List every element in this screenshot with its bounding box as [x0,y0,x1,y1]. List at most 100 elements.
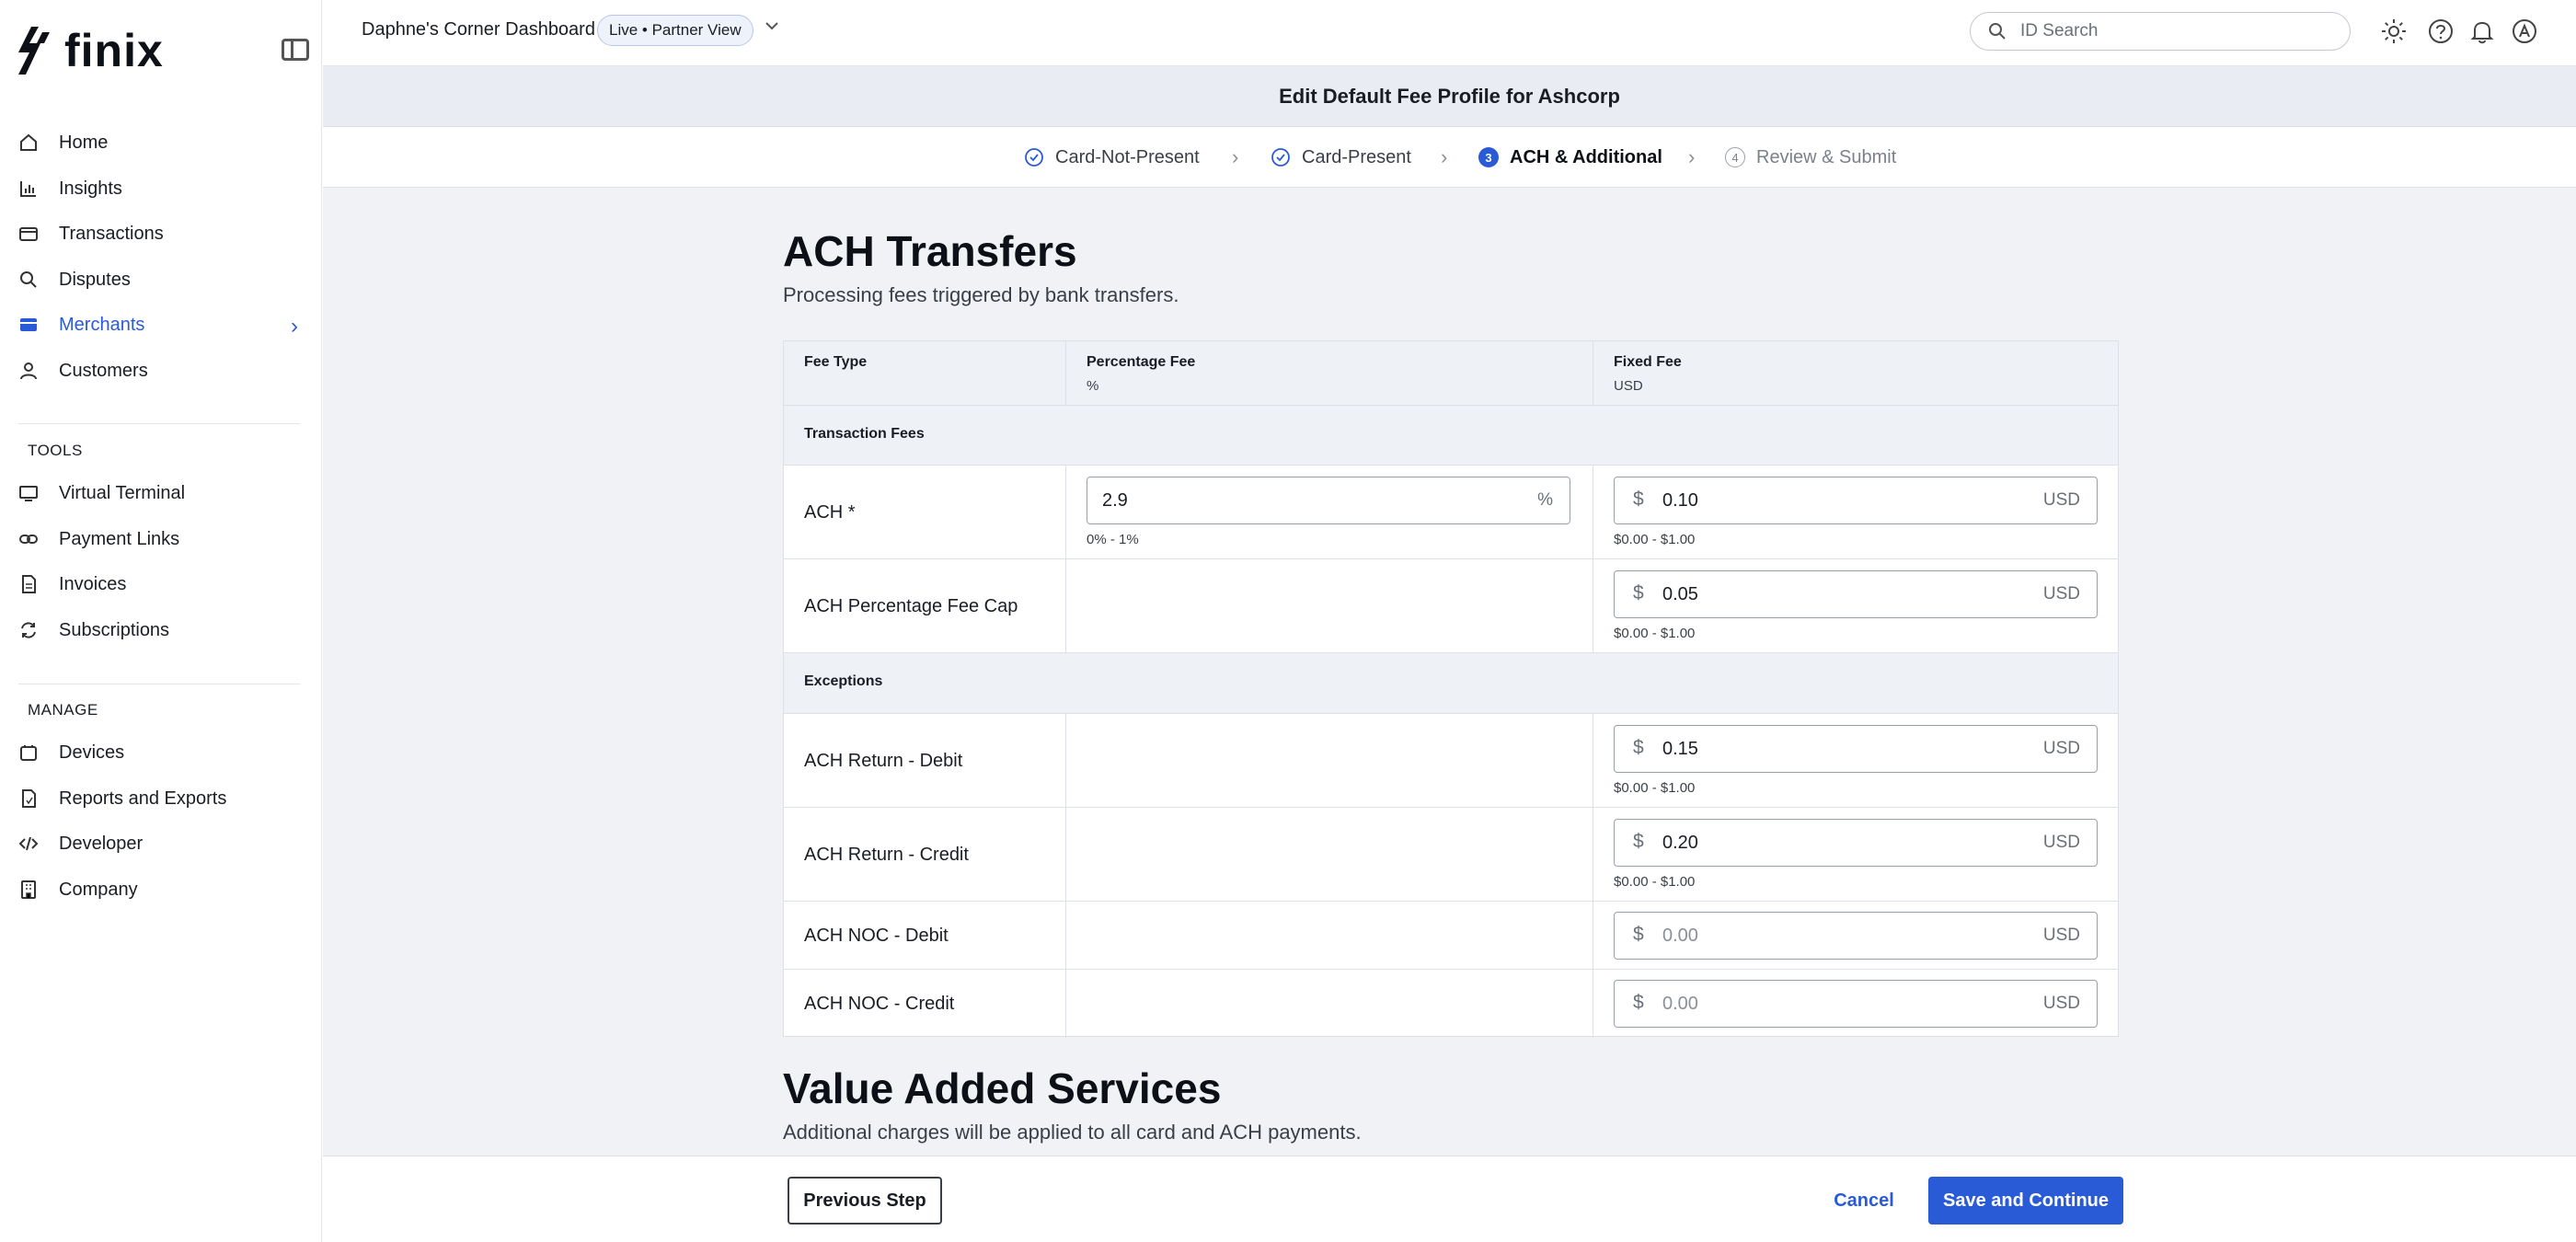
sidebar-item-customers[interactable]: Customers [0,351,322,391]
top-bar: Daphne's Corner Dashboard Live • Partner… [323,0,2576,66]
fee-type-cell: ACH * [784,466,1066,558]
sidebar-item-subscriptions[interactable]: Subscriptions [0,610,322,650]
sidebar-item-label: Insights [59,178,122,199]
terminal-icon [18,483,39,503]
fee-type-label: ACH Return - Debit [804,751,963,771]
save-and-continue-button[interactable]: Save and Continue [1928,1177,2123,1225]
tools-heading: TOOLS [28,442,83,459]
table-row: ACH Return - Credit $ 0.20 USD $0.00 - $… [784,808,2118,902]
input-hint: $0.00 - $1.00 [1614,532,1696,547]
chevron-right-icon: › [1688,145,1696,168]
search-icon [1987,21,2007,46]
help-icon[interactable] [2425,16,2456,47]
sidebar-item-payment-links[interactable]: Payment Links [0,519,322,559]
sidebar-item-merchants[interactable]: Merchants › [0,305,322,345]
chevron-down-icon[interactable] [763,17,781,40]
ach-fixed-fee-input[interactable]: $ 0.10 USD [1614,477,2098,524]
ach-noc-debit-input[interactable]: $ 0.00 USD [1614,912,2098,960]
input-value: 0.10 [1662,490,1698,511]
sidebar-item-label: Virtual Terminal [59,482,186,503]
input-value: 0.20 [1662,833,1698,853]
id-search-input[interactable] [2020,20,2333,42]
ach-transfers-title: ACH Transfers [783,227,1077,275]
input-hint: $0.00 - $1.00 [1614,874,1696,890]
chevron-right-icon: › [1441,145,1448,168]
sidebar-item-insights[interactable]: Insights [0,168,322,209]
finix-logo[interactable]: finix [13,24,164,77]
ach-fee-cap-input[interactable]: $ 0.05 USD [1614,570,2098,618]
header-label: Percentage Fee [1087,354,1196,370]
ach-fee-table: Fee Type Percentage Fee % Fixed Fee USD … [783,340,2119,1038]
nav-divider [18,423,300,424]
step-card-not-present[interactable]: Card-Not-Present [1024,127,1200,188]
input-suffix: USD [2042,994,2080,1013]
header-label: Fixed Fee [1614,354,1682,370]
sidebar-item-disputes[interactable]: Disputes [0,259,322,300]
account-avatar-icon[interactable] [2509,16,2540,47]
bell-icon[interactable] [2467,16,2498,47]
fixed-fee-cell: $ 0.00 USD [1593,970,2118,1038]
step-label: Card-Present [1302,146,1411,167]
progress-stepper: Card-Not-Present › Card-Present › 3 ACH … [323,127,2576,188]
fee-type-cell: ACH Return - Debit [784,714,1066,807]
sidebar-item-company[interactable]: Company [0,869,322,910]
input-suffix: USD [2042,926,2080,945]
currency-prefix: $ [1633,831,1644,852]
table-row: ACH NOC - Debit $ 0.00 USD [784,902,2118,970]
page-title: Edit Default Fee Profile for Ashcorp [323,66,2576,127]
input-hint: $0.00 - $1.00 [1614,626,1696,641]
step-label: ACH & Additional [1510,146,1662,167]
ach-transfers-subtitle: Processing fees triggered by bank transf… [783,283,1179,306]
input-value: 2.9 [1102,490,1128,511]
sidebar-item-invoices[interactable]: Invoices [0,564,322,604]
ach-noc-credit-input[interactable]: $ 0.00 USD [1614,980,2098,1028]
step-card-present[interactable]: Card-Present [1271,127,1411,188]
sidebar-item-transactions[interactable]: Transactions [0,213,322,254]
user-icon [18,361,39,381]
currency-prefix: $ [1633,992,1644,1013]
id-search [1970,12,2351,51]
store-icon [18,315,39,335]
previous-step-button[interactable]: Previous Step [788,1177,942,1225]
fixed-fee-cell: $ 0.20 USD $0.00 - $1.00 [1593,808,2118,901]
input-placeholder: 0.00 [1662,994,1698,1014]
card-icon [18,224,39,244]
currency-prefix: $ [1633,924,1644,945]
ach-return-debit-input[interactable]: $ 0.15 USD [1614,725,2098,773]
sidebar-item-virtual-terminal[interactable]: Virtual Terminal [0,473,322,513]
sidebar-item-label: Payment Links [59,528,180,549]
sidebar-item-label: Customers [59,360,148,381]
input-suffix: % [1537,490,1553,510]
group-label: Exceptions [804,673,883,689]
ach-percentage-input[interactable]: 2.9 % [1087,477,1570,524]
device-icon [18,742,39,763]
sidebar-item-reports-and-exports[interactable]: Reports and Exports [0,778,322,819]
step-ach-and-additional[interactable]: 3 ACH & Additional [1478,127,1662,188]
ach-section-header: ACH Transfers Processing fees triggered … [783,226,1179,307]
sidebar-item-devices[interactable]: Devices [0,732,322,773]
step-review-and-submit[interactable]: 4 Review & Submit [1725,127,1896,188]
input-suffix: USD [2042,739,2080,758]
environment-badge: Live • Partner View [597,15,753,46]
finix-logo-text: finix [64,25,164,76]
group-label: Transaction Fees [804,426,925,442]
group-exceptions: Exceptions [784,653,2118,714]
fee-type-label: ACH NOC - Debit [804,926,949,946]
fee-type-label: ACH Return - Credit [804,845,969,865]
fee-type-label: ACH Percentage Fee Cap [804,596,1018,616]
fixed-fee-cell: $ 0.00 USD [1593,902,2118,969]
fee-type-cell: ACH NOC - Credit [784,970,1066,1038]
step-label: Card-Not-Present [1055,146,1200,167]
cancel-button[interactable]: Cancel [1818,1177,1910,1225]
sidebar-item-home[interactable]: Home [0,122,322,163]
vas-title: Value Added Services [783,1064,1222,1112]
sidebar-collapse-icon[interactable] [282,39,309,61]
dashboard-title[interactable]: Daphne's Corner Dashboard [362,19,595,40]
sun-icon[interactable] [2378,16,2409,47]
sidebar-item-developer[interactable]: Developer [0,823,322,864]
fee-type-label: ACH * [804,502,856,523]
link-icon [18,529,39,549]
ach-return-credit-input[interactable]: $ 0.20 USD [1614,819,2098,867]
step-label: Review & Submit [1756,146,1897,167]
currency-prefix: $ [1633,582,1644,604]
